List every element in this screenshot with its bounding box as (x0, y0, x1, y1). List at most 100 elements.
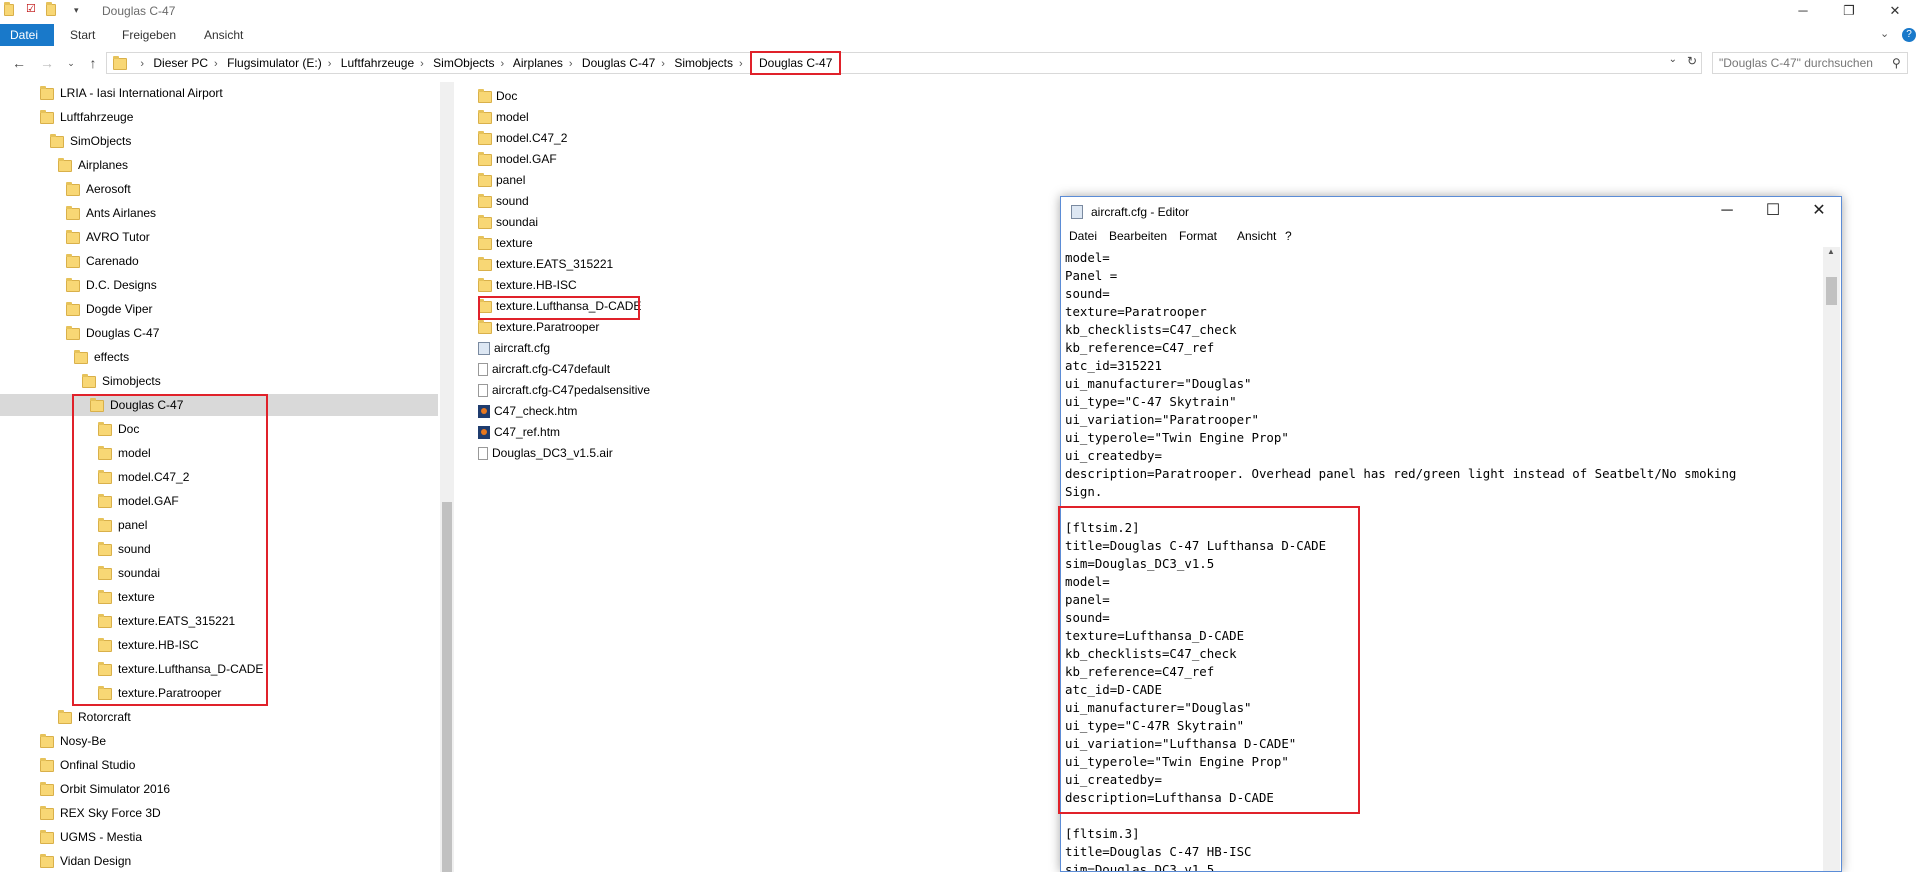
crumb-simobjects-2[interactable]: Simobjects (674, 56, 733, 70)
tree-item[interactable]: UGMS - Mestia (40, 826, 142, 848)
folder-icon (478, 88, 492, 103)
help-icon[interactable]: ? (1902, 28, 1916, 42)
maximize-button[interactable]: ❐ (1826, 0, 1872, 24)
folder-icon (478, 130, 492, 145)
notepad-text-area[interactable]: model= Panel = sound= texture=Paratrooper kb… (1065, 249, 1823, 871)
new-folder-icon[interactable] (46, 2, 58, 16)
menu-datei[interactable]: Datei (1069, 229, 1097, 243)
tree-item[interactable]: Ants Airlanes (66, 202, 156, 224)
recent-locations-icon[interactable]: ⌄ (62, 54, 80, 72)
tab-datei[interactable]: Datei (0, 24, 54, 46)
tree-item[interactable]: model (98, 442, 151, 464)
crumb-simobjects[interactable]: SimObjects (433, 56, 494, 70)
tree-item[interactable]: D.C. Designs (66, 274, 157, 296)
file-list-item[interactable]: texture.EATS_315221 (478, 254, 613, 274)
address-bar[interactable]: › Dieser PC › Flugsimulator (E:) › Luftfah… (106, 51, 1702, 75)
tree-item[interactable]: Onfinal Studio (40, 754, 135, 776)
menu-ansicht[interactable]: Ansicht (1237, 229, 1276, 243)
file-list-item[interactable]: Douglas_DC3_v1.5.air (478, 443, 613, 463)
tree-item[interactable]: AVRO Tutor (66, 226, 150, 248)
file-list-item[interactable]: texture (478, 233, 533, 253)
tree-item[interactable]: Aerosoft (66, 178, 131, 200)
file-list-item[interactable]: Doc (478, 86, 517, 106)
tree-item[interactable]: model.C47_2 (98, 466, 189, 488)
crumb-luftfahrzeuge[interactable]: Luftfahrzeuge (341, 56, 414, 70)
crumb-drive[interactable]: Flugsimulator (E:) (227, 56, 322, 70)
tree-item[interactable]: Rotorcraft (58, 706, 131, 728)
nav-scrollbar-thumb[interactable] (442, 502, 452, 872)
up-button[interactable]: ↑ (84, 54, 102, 72)
tree-item[interactable]: Simobjects (82, 370, 161, 392)
tree-item[interactable]: Carenado (66, 250, 139, 272)
tree-item[interactable]: Doc (98, 418, 139, 440)
text-line: ui_variation="Lufthansa D-CADE" (1065, 736, 1297, 751)
file-list-item[interactable]: texture.HB-ISC (478, 275, 577, 295)
search-input[interactable]: "Douglas C-47" durchsuchen (1712, 52, 1908, 74)
tree-item[interactable]: texture.Lufthansa_D-CADE (98, 658, 263, 680)
tree-item[interactable]: texture.HB-ISC (98, 634, 199, 656)
notepad-close-button[interactable]: ✕ (1796, 197, 1842, 227)
tree-item[interactable]: texture.EATS_315221 (98, 610, 235, 632)
scroll-up-icon[interactable]: ▲ (1827, 247, 1835, 256)
tree-item-label: panel (118, 518, 148, 532)
notepad-scrollbar[interactable]: ▲ (1823, 247, 1840, 871)
tree-item[interactable]: effects (74, 346, 129, 368)
file-list-item[interactable]: texture.Lufthansa_D-CADE (478, 296, 641, 316)
tree-item[interactable]: texture (98, 586, 155, 608)
notepad-scrollbar-thumb[interactable] (1826, 277, 1837, 305)
file-list-item[interactable]: model.C47_2 (478, 128, 567, 148)
file-list-item[interactable]: panel (478, 170, 525, 190)
file-list-item[interactable]: aircraft.cfg-C47pedalsensitive (478, 380, 650, 400)
crumb-douglas[interactable]: Douglas C-47 (582, 56, 655, 70)
tab-start[interactable]: Start (60, 24, 105, 46)
tab-freigeben[interactable]: Freigeben (112, 24, 186, 46)
tab-ansicht[interactable]: Ansicht (194, 24, 253, 46)
close-button[interactable]: ✕ (1872, 0, 1918, 24)
tree-item[interactable]: Nosy-Be (40, 730, 106, 752)
tree-item[interactable]: sound (98, 538, 151, 560)
crumb-current[interactable]: Douglas C-47 (750, 51, 842, 75)
address-dropdown-icon[interactable]: ⌄ (1669, 54, 1677, 65)
minimize-button[interactable]: ─ (1780, 0, 1826, 24)
tree-item[interactable]: Douglas C-47 (66, 322, 159, 344)
back-button[interactable]: ← (10, 54, 28, 72)
file-list-item[interactable]: texture.Paratrooper (478, 317, 599, 337)
file-list-item[interactable]: sound (478, 191, 529, 211)
file-list-item[interactable]: soundai (478, 212, 538, 232)
file-list-item[interactable]: aircraft.cfg (478, 338, 550, 358)
tree-item[interactable]: panel (98, 514, 147, 536)
tree-item[interactable]: soundai (98, 562, 160, 584)
file-list-item[interactable]: C47_ref.htm (478, 422, 560, 442)
tree-item[interactable]: texture.Paratrooper (98, 682, 221, 704)
file-list-item[interactable]: model (478, 107, 529, 127)
menu-help[interactable]: ? (1285, 229, 1292, 243)
tree-item[interactable]: REX Sky Force 3D (40, 802, 161, 824)
file-list-item[interactable]: model.GAF (478, 149, 557, 169)
folder-icon (478, 151, 492, 166)
notepad-minimize-button[interactable]: ─ (1704, 197, 1750, 227)
tree-item-label: soundai (118, 566, 161, 580)
crumb-dieser-pc[interactable]: Dieser PC (153, 56, 208, 70)
properties-icon[interactable]: ☑ (26, 2, 38, 15)
tree-item[interactable]: Douglas C-47 (90, 394, 183, 416)
tree-item[interactable]: Luftfahrzeuge (40, 106, 133, 128)
expand-ribbon-icon[interactable]: ⌄ (1880, 27, 1889, 40)
tree-item[interactable]: Vidan Design (40, 850, 131, 872)
menu-format[interactable]: Format (1179, 229, 1217, 243)
forward-button[interactable]: → (38, 54, 56, 72)
refresh-icon[interactable]: ↻ (1687, 54, 1697, 68)
tree-item[interactable]: Orbit Simulator 2016 (40, 778, 170, 800)
nav-scrollbar[interactable] (440, 82, 454, 872)
file-list-item[interactable]: C47_check.htm (478, 401, 577, 421)
tree-item[interactable]: Airplanes (58, 154, 128, 176)
tree-item[interactable]: Dogde Viper (66, 298, 153, 320)
quick-access-dropdown-icon[interactable]: ▾ (74, 5, 86, 17)
file-list-item[interactable]: aircraft.cfg-C47default (478, 359, 610, 379)
search-icon[interactable]: ⚲ (1892, 56, 1901, 70)
tree-item[interactable]: model.GAF (98, 490, 179, 512)
notepad-maximize-button[interactable]: ☐ (1750, 197, 1796, 227)
crumb-airplanes[interactable]: Airplanes (513, 56, 563, 70)
tree-item[interactable]: SimObjects (50, 130, 131, 152)
tree-item[interactable]: LRIA - Iasi International Airport (40, 82, 223, 104)
menu-bearbeiten[interactable]: Bearbeiten (1109, 229, 1167, 243)
